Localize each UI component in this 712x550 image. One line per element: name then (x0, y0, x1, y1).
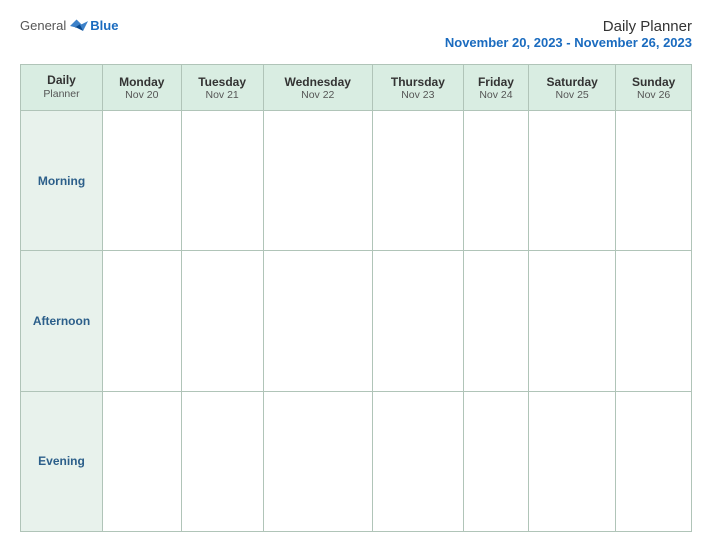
col-header-thursday: Thursday Nov 23 (372, 65, 463, 111)
morning-monday[interactable] (103, 111, 182, 251)
col-header-tuesday: Tuesday Nov 21 (181, 65, 263, 111)
morning-label: Morning (21, 111, 103, 251)
wednesday-date: Nov 22 (268, 89, 368, 101)
col-header-friday: Friday Nov 24 (463, 65, 528, 111)
friday-label: Friday (468, 75, 524, 89)
evening-tuesday[interactable] (181, 391, 263, 531)
afternoon-friday[interactable] (463, 251, 528, 391)
afternoon-monday[interactable] (103, 251, 182, 391)
page: General Blue Daily Planner November 20, … (0, 0, 712, 550)
saturday-date: Nov 25 (533, 89, 611, 101)
afternoon-thursday[interactable] (372, 251, 463, 391)
sunday-label: Sunday (620, 75, 687, 89)
tuesday-label: Tuesday (186, 75, 259, 89)
thursday-label: Thursday (377, 75, 459, 89)
afternoon-tuesday[interactable] (181, 251, 263, 391)
table-header-row: Daily Planner Monday Nov 20 Tuesday Nov … (21, 65, 692, 111)
col-header-monday: Monday Nov 20 (103, 65, 182, 111)
morning-wednesday[interactable] (263, 111, 372, 251)
monday-date: Nov 20 (107, 89, 177, 101)
date-range: November 20, 2023 - November 26, 2023 (445, 35, 692, 50)
evening-label: Evening (21, 391, 103, 531)
header: General Blue Daily Planner November 20, … (20, 18, 692, 50)
morning-tuesday[interactable] (181, 111, 263, 251)
friday-date: Nov 24 (468, 89, 524, 101)
logo-general-text: General (20, 18, 66, 33)
monday-label: Monday (107, 75, 177, 89)
evening-thursday[interactable] (372, 391, 463, 531)
logo: General Blue (20, 18, 118, 33)
col-header-wednesday: Wednesday Nov 22 (263, 65, 372, 111)
evening-row: Evening (21, 391, 692, 531)
morning-thursday[interactable] (372, 111, 463, 251)
evening-friday[interactable] (463, 391, 528, 531)
logo-bird-icon (70, 19, 88, 33)
morning-friday[interactable] (463, 111, 528, 251)
evening-saturday[interactable] (529, 391, 616, 531)
wednesday-label: Wednesday (268, 75, 368, 89)
col-header-saturday: Saturday Nov 25 (529, 65, 616, 111)
morning-sunday[interactable] (616, 111, 692, 251)
afternoon-wednesday[interactable] (263, 251, 372, 391)
afternoon-label: Afternoon (21, 251, 103, 391)
morning-saturday[interactable] (529, 111, 616, 251)
saturday-label: Saturday (533, 75, 611, 89)
afternoon-saturday[interactable] (529, 251, 616, 391)
evening-sunday[interactable] (616, 391, 692, 531)
afternoon-sunday[interactable] (616, 251, 692, 391)
evening-monday[interactable] (103, 391, 182, 531)
first-col-line1: Daily (25, 73, 98, 89)
logo-area: General Blue (20, 18, 118, 33)
planner-title: Daily Planner (445, 18, 692, 35)
afternoon-row: Afternoon (21, 251, 692, 391)
logo-blue-text: Blue (90, 18, 118, 33)
evening-wednesday[interactable] (263, 391, 372, 531)
planner-table: Daily Planner Monday Nov 20 Tuesday Nov … (20, 64, 692, 532)
col-header-sunday: Sunday Nov 26 (616, 65, 692, 111)
title-area: Daily Planner November 20, 2023 - Novemb… (445, 18, 692, 50)
tuesday-date: Nov 21 (186, 89, 259, 101)
sunday-date: Nov 26 (620, 89, 687, 101)
first-col-line2: Planner (25, 88, 98, 102)
first-col-header: Daily Planner (21, 65, 103, 111)
morning-row: Morning (21, 111, 692, 251)
thursday-date: Nov 23 (377, 89, 459, 101)
